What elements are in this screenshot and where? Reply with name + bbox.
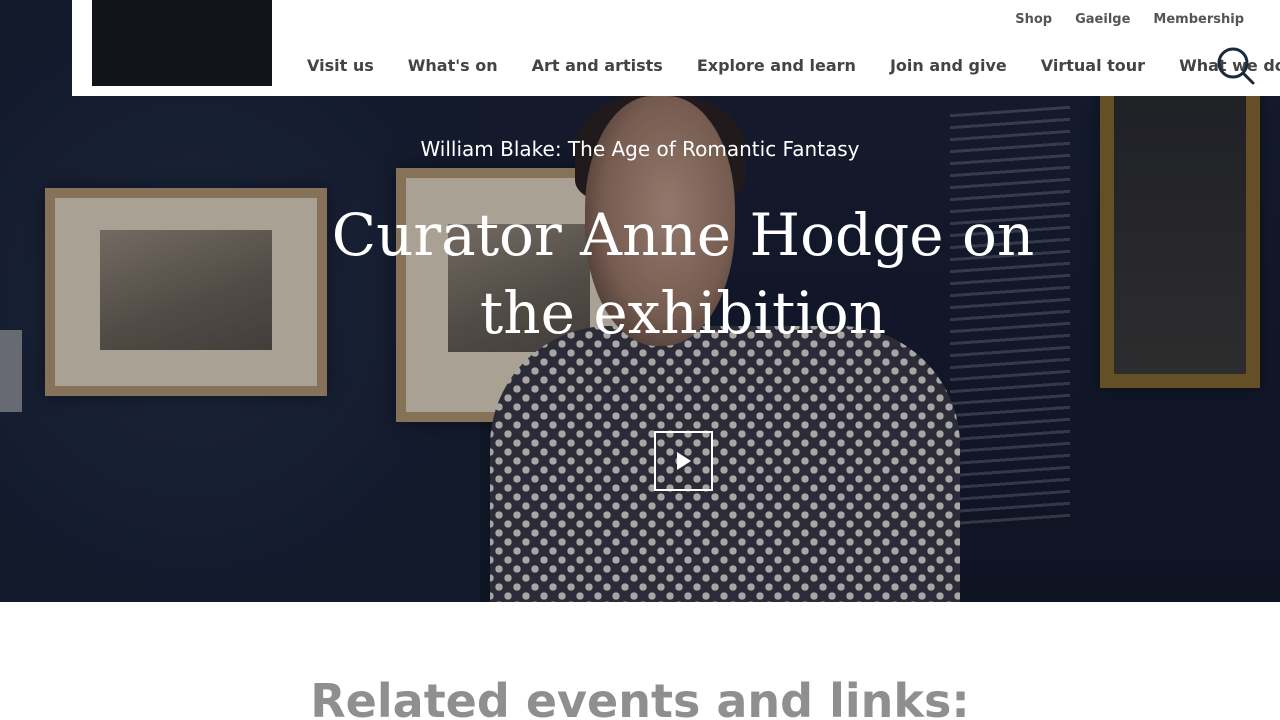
hero-eyebrow: William Blake: The Age of Romantic Fanta… [420, 137, 860, 161]
hero-title: Curator Anne Hodge on the exhibition [331, 201, 1035, 347]
utility-nav: Shop Gaeilge Membership [1015, 10, 1244, 30]
play-button[interactable] [654, 431, 713, 491]
utility-nav-membership[interactable]: Membership [1153, 10, 1244, 30]
main-nav-whats-on[interactable]: What's on [408, 54, 498, 78]
site-logo[interactable] [92, 0, 272, 86]
main-nav-virtual-tour[interactable]: Virtual tour [1041, 54, 1145, 78]
utility-nav-shop[interactable]: Shop [1015, 10, 1052, 30]
main-nav: Visit us What's on Art and artists Explo… [307, 54, 1280, 78]
search-button[interactable] [1216, 46, 1256, 86]
site-header: Shop Gaeilge Membership Visit us What's … [72, 0, 1280, 96]
main-nav-visit-us[interactable]: Visit us [307, 54, 374, 78]
related-heading: Related events and links: [310, 674, 970, 720]
main-nav-join-and-give[interactable]: Join and give [890, 54, 1007, 78]
main-nav-explore-and-learn[interactable]: Explore and learn [697, 54, 856, 78]
play-icon [676, 452, 691, 470]
utility-nav-gaeilge[interactable]: Gaeilge [1075, 10, 1130, 30]
main-nav-art-and-artists[interactable]: Art and artists [532, 54, 663, 78]
search-icon [1217, 47, 1255, 85]
